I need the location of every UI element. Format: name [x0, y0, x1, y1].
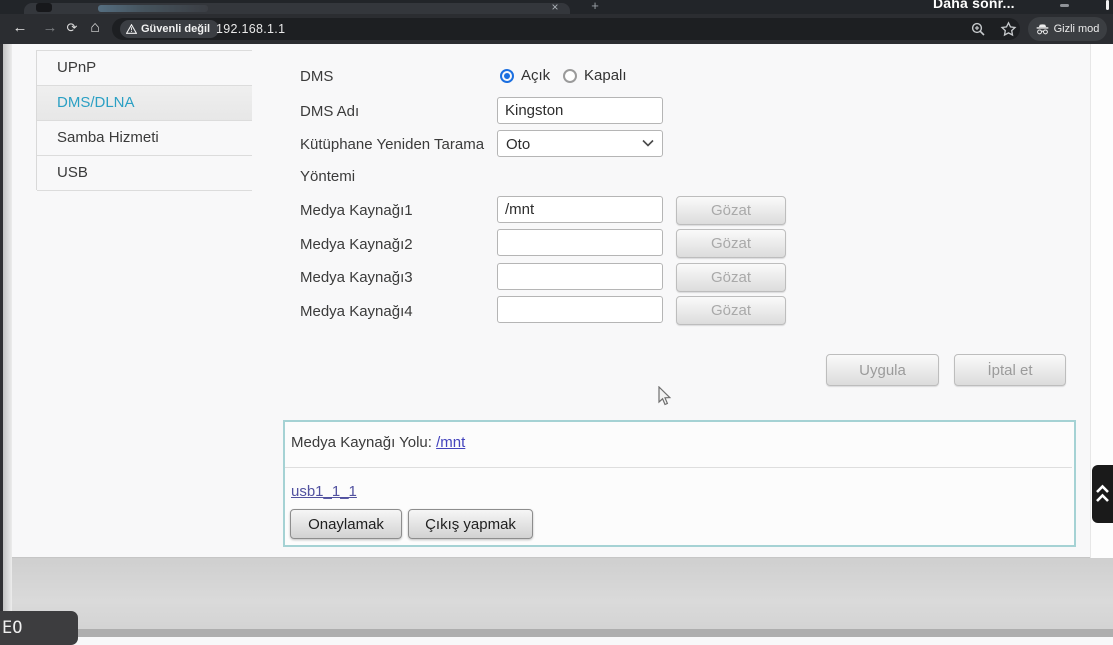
media-source3-input[interactable] [497, 263, 663, 290]
reload-icon[interactable]: ⟳ [62, 18, 82, 38]
media-path-row: Medya Kaynağı Yolu: /mnt [291, 434, 465, 451]
home-icon[interactable]: ⌂ [85, 18, 105, 38]
video-overlay-title: Daha sonr... [933, 0, 1015, 11]
media-path-label: Medya Kaynağı Yolu: [291, 434, 432, 451]
browse-button-3[interactable]: Gözat [676, 263, 786, 292]
media-source4-label: Medya Kaynağı4 [300, 303, 413, 320]
warning-triangle-icon [126, 24, 137, 34]
browse-button-4[interactable]: Gözat [676, 296, 786, 325]
security-warning-chip[interactable]: Güvenli değil [120, 20, 219, 38]
back-to-top-button[interactable] [1092, 465, 1113, 523]
media-source4-input[interactable] [497, 296, 663, 323]
sidebar-item-usb[interactable]: USB [37, 156, 252, 191]
dms-label: DMS [300, 68, 333, 85]
browse-button-2[interactable]: Gözat [676, 229, 786, 258]
incognito-badge[interactable]: Gizli mod [1028, 17, 1107, 41]
dms-name-label: DMS Adı [300, 103, 359, 120]
mouse-cursor [656, 386, 672, 407]
tab-close-icon[interactable]: × [548, 0, 562, 14]
rescan-label-line2: Yöntemi [300, 168, 355, 185]
confirm-button[interactable]: Onaylamak [290, 509, 402, 539]
security-warning-label: Güvenli değil [141, 23, 210, 35]
exit-button[interactable]: Çıkış yapmak [408, 509, 533, 539]
media-source1-input[interactable] [497, 196, 663, 223]
new-tab-icon[interactable]: + [588, 0, 602, 12]
page-bottom-band [0, 558, 1113, 637]
browser-tab[interactable]: × [24, 3, 570, 14]
tab-title-blurred [98, 5, 208, 12]
browser-toolbar: ← → ⟳ ⌂ Güvenli değil 192.168.1.1 [0, 14, 1113, 45]
video-watermark: EO [0, 611, 78, 645]
radio-acik-label[interactable]: Açık [521, 67, 550, 84]
back-icon[interactable]: ← [10, 18, 30, 38]
incognito-icon [1036, 24, 1049, 35]
radio-acik[interactable] [500, 69, 514, 83]
dms-name-input[interactable] [497, 97, 663, 124]
video-overlay-bar-icon [1106, 0, 1109, 10]
apply-button[interactable]: Uygula [826, 354, 939, 386]
rescan-label-line1: Kütüphane Yeniden Tarama [300, 136, 484, 153]
media-source2-label: Medya Kaynağı2 [300, 236, 413, 253]
sidebar-item-dms-dlna[interactable]: DMS/DLNA [37, 86, 252, 121]
browse-button-1[interactable]: Gözat [676, 196, 786, 225]
tab-favicon [36, 3, 52, 12]
forward-icon[interactable]: → [40, 18, 60, 38]
incognito-label: Gizli mod [1054, 23, 1100, 35]
cancel-button[interactable]: İptal et [954, 354, 1066, 386]
left-gutter [3, 44, 12, 637]
address-bar[interactable]: Güvenli değil 192.168.1.1 [112, 18, 1020, 40]
zoom-icon[interactable] [970, 21, 987, 38]
usb-entry-link[interactable]: usb1_1_1 [291, 483, 357, 500]
radio-kapali[interactable] [563, 69, 577, 83]
media-source1-label: Medya Kaynağı1 [300, 202, 413, 219]
sidebar-item-samba[interactable]: Samba Hizmeti [37, 121, 252, 156]
dms-radio-group: Açık Kapalı [500, 67, 720, 87]
sidebar-nav: UPnP DMS/DLNA Samba Hizmeti USB [36, 50, 252, 190]
media-source2-input[interactable] [497, 229, 663, 256]
video-overlay-dash-icon [1060, 4, 1069, 7]
content-shadow [12, 557, 1090, 558]
rescan-selected-value: Oto [506, 136, 530, 153]
page-bottom-edge [0, 629, 1113, 637]
radio-kapali-label[interactable]: Kapalı [584, 67, 627, 84]
media-path-link[interactable]: /mnt [436, 434, 465, 451]
media-source3-label: Medya Kaynağı3 [300, 269, 413, 286]
bookmark-star-icon[interactable] [1000, 21, 1017, 38]
sidebar-item-upnp[interactable]: UPnP [37, 51, 252, 86]
chevron-down-icon [642, 139, 654, 147]
url-text[interactable]: 192.168.1.1 [216, 22, 285, 36]
double-chevron-up-icon [1095, 483, 1110, 505]
rescan-select[interactable]: Oto [497, 130, 663, 157]
panel-separator [285, 467, 1072, 468]
